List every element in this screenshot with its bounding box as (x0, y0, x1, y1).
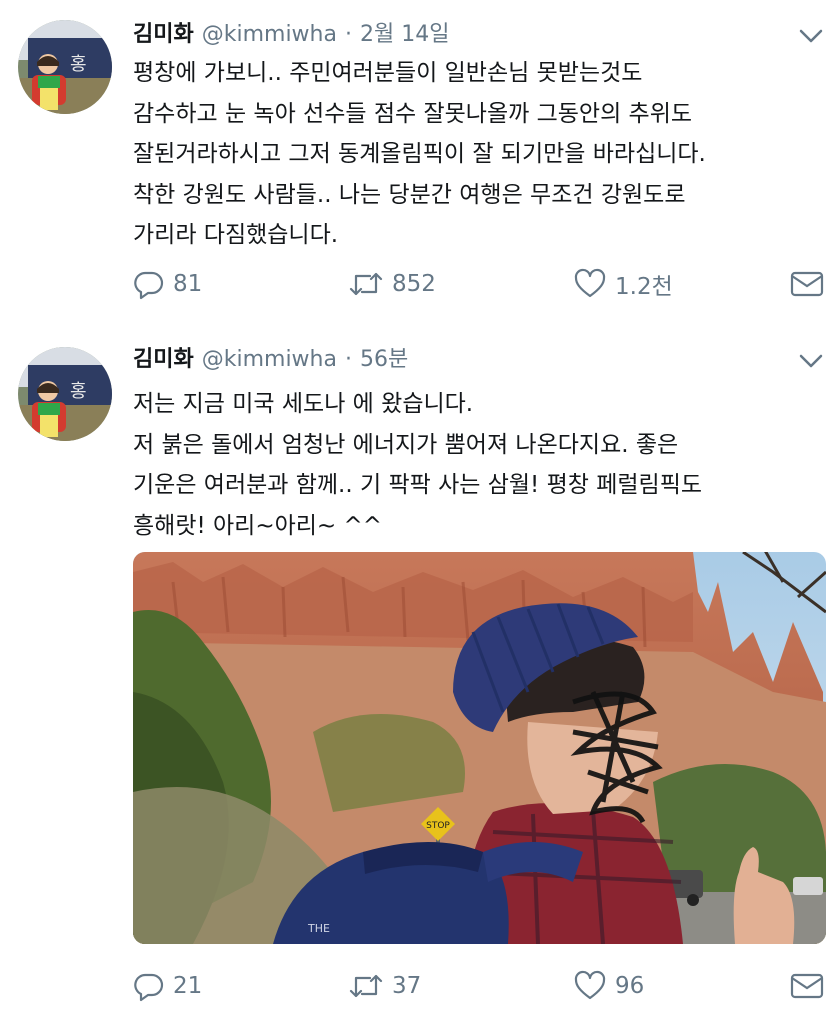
direct-message-button[interactable] (789, 264, 825, 304)
tweet-text-line: 감수하고 눈 녹아 선수들 점수 잘못나올까 그동안의 추위도 (133, 100, 693, 127)
tweet-text-line: 저 붉은 돌에서 엄청난 에너지가 뿜어져 나온다지요. 좋은 (133, 431, 679, 458)
retweet-button[interactable]: 852 (348, 264, 436, 304)
tweet-header: 김미화 @kimmiwha · 2월 14일 (133, 16, 449, 50)
direct-message-icon (790, 973, 824, 999)
tweet-actions: 21 37 96 (133, 966, 833, 1006)
svg-text:홍: 홍 (70, 54, 87, 75)
tweet-text-line: 평창에 가보니.. 주민여러분들이 일반손님 못받는것도 (133, 60, 643, 86)
tweet-text: 저는 지금 미국 세도나 에 왔습니다. 저 붉은 돌에서 엄청난 에너지가 뿜… (133, 384, 823, 546)
tweet-header: 김미화 @kimmiwha · 56분 (133, 341, 408, 375)
direct-message-button[interactable] (789, 966, 825, 1006)
retweet-count: 852 (392, 271, 436, 297)
like-count: 1.2천 (615, 274, 673, 300)
tweet-text-line: 저는 지금 미국 세도나 에 왔습니다. (133, 391, 474, 417)
user-handle[interactable]: @kimmiwha (202, 347, 337, 372)
tweet-text-line: 흥해랏! 아리~아리~ ^^ (133, 512, 383, 539)
direct-message-icon (790, 271, 824, 297)
like-icon (574, 970, 606, 1000)
tweet-text-line: 착한 강원도 사람들.. 나는 당분간 여행은 무조건 강원도로 (133, 181, 686, 208)
display-name[interactable]: 김미화 (133, 341, 194, 373)
reply-button[interactable]: 21 (133, 966, 202, 1006)
separator: · (344, 347, 352, 372)
svg-text:홍: 홍 (70, 381, 87, 402)
user-handle[interactable]: @kimmiwha (202, 22, 337, 47)
tweet-text-line: 가리라 다짐했습니다. (133, 222, 339, 248)
reply-count: 81 (173, 271, 203, 297)
retweet-button[interactable]: 37 (348, 966, 421, 1006)
retweet-count: 37 (392, 973, 422, 999)
separator: · (344, 22, 352, 47)
like-icon (574, 268, 606, 298)
timestamp[interactable]: 56분 (360, 341, 408, 373)
backpack-logo-text: THE (307, 922, 330, 935)
like-button[interactable]: 96 (573, 966, 644, 1006)
display-name[interactable]: 김미화 (133, 16, 194, 48)
reply-button[interactable]: 81 (133, 264, 202, 304)
timestamp[interactable]: 2월 14일 (360, 16, 449, 48)
tweet-text: 평창에 가보니.. 주민여러분들이 일반손님 못받는것도 감수하고 눈 녹아 선… (133, 53, 823, 256)
reply-icon (134, 271, 164, 300)
reply-icon (134, 973, 164, 1002)
tweet-text-line: 잘된거라하시고 그저 동계올림픽이 잘 되기만을 바라십니다. (133, 141, 706, 167)
reply-count: 21 (173, 973, 203, 999)
stop-sign-text: STOP (426, 821, 450, 831)
retweet-icon (349, 272, 383, 296)
avatar[interactable]: 홍 (18, 20, 112, 114)
tweet-actions: 81 852 1.2천 (133, 264, 833, 304)
tweet[interactable]: 홍 김미화 @kimmiwha · 2월 14일 평창에 가보니.. 주민여러분… (0, 0, 839, 325)
avatar[interactable]: 홍 (18, 347, 112, 441)
like-button[interactable]: 1.2천 (573, 264, 673, 304)
retweet-icon (349, 974, 383, 998)
chevron-down-icon[interactable] (797, 26, 825, 46)
tweet-photo[interactable]: STOP THE (133, 552, 826, 944)
chevron-down-icon[interactable] (797, 351, 825, 371)
tweet[interactable]: 홍 김미화 @kimmiwha · 56분 저는 지금 미국 세도나 에 왔습니… (0, 325, 839, 1011)
tweet-text-line: 기운은 여러분과 함께.. 기 팍팍 사는 삼월! 평창 페럴림픽도 (133, 472, 703, 498)
like-count: 96 (615, 973, 645, 999)
